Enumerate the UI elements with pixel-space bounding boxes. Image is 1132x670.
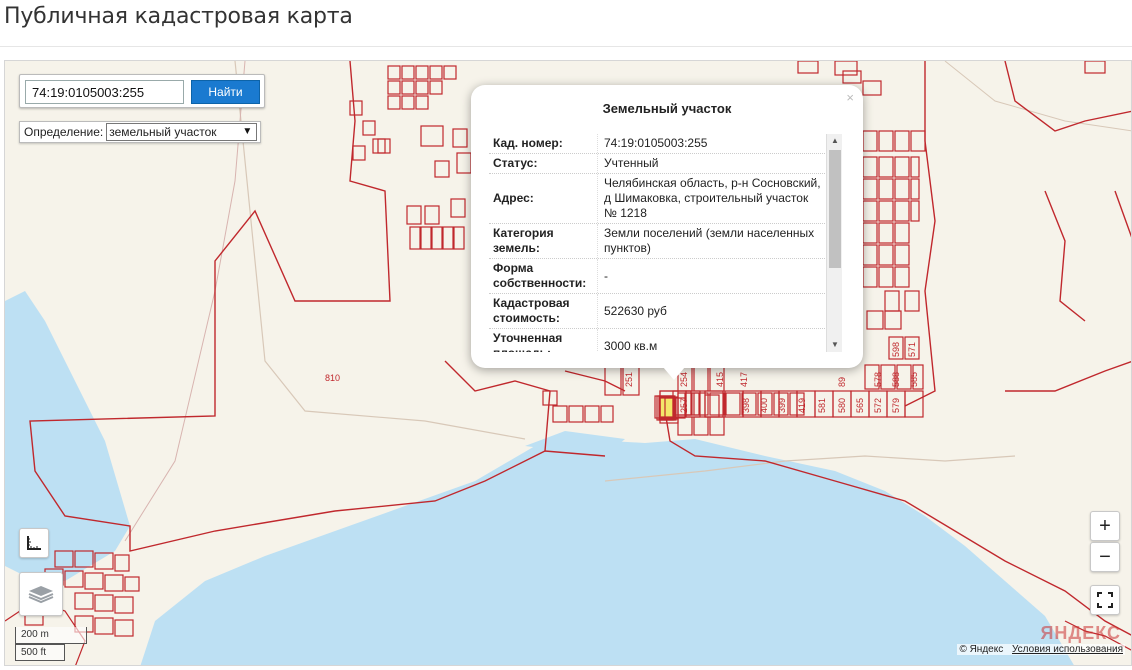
property-key: Категория земель: [493, 226, 554, 255]
scale-metric: 200 m [15, 627, 87, 644]
page-title: Публичная кадастровая карта [4, 4, 353, 29]
property-row: Статус: Учтенный [489, 154, 825, 174]
terms-link[interactable]: Условия использования [1012, 644, 1123, 655]
property-value: Челябинская область, р-н Сосновский, д Ш… [597, 174, 825, 223]
popup-title: Земельный участок [602, 101, 732, 116]
plot-label: 89 [837, 377, 847, 387]
definition-select[interactable]: земельный участок ▼ [106, 123, 258, 141]
plot-label: 580 [837, 398, 847, 413]
property-value: - [597, 259, 825, 293]
property-row: Уточненная площадь: 3000 кв.м [489, 329, 825, 352]
plot-label: 400 [759, 398, 769, 413]
fullscreen-button[interactable] [1090, 585, 1120, 615]
definition-label: Определение: [24, 125, 104, 139]
plot-label: 588 [891, 372, 901, 387]
plot-label: 417 [739, 372, 749, 387]
plot-label: 251 [624, 372, 634, 387]
area-label: 810 [325, 373, 340, 383]
plot-label: 565 [855, 398, 865, 413]
property-value: 522630 руб [597, 294, 825, 328]
property-key: Адрес: [493, 191, 534, 205]
property-row: Категория земель: Земли поселений (земли… [489, 224, 825, 259]
plot-label: 581 [817, 398, 827, 413]
cadastral-number-input[interactable] [25, 80, 184, 104]
title-divider [0, 46, 1132, 47]
definition-panel: Определение: земельный участок ▼ [19, 121, 261, 143]
layers-icon [28, 586, 54, 604]
plot-label: 257 [679, 398, 689, 413]
plot-label: 579 [891, 398, 901, 413]
ruler-icon [27, 536, 41, 550]
zoom-out-button[interactable]: − [1090, 542, 1120, 572]
property-row: Кадастровая стоимость: 522630 руб [489, 294, 825, 329]
property-value: Учтенный [597, 154, 825, 173]
property-value: Земли поселений (земли населенных пункто… [597, 224, 825, 258]
property-value: 74:19:0105003:255 [597, 134, 825, 153]
fullscreen-icon [1097, 592, 1113, 608]
copyright: © Яндекс Условия использования [957, 644, 1125, 655]
scroll-thumb[interactable] [829, 150, 841, 268]
plot-label: 419 [797, 398, 807, 413]
property-key: Кад. номер: [493, 136, 563, 150]
plot-label: 598 [891, 342, 901, 357]
ruler-button[interactable] [19, 528, 49, 558]
zoom-in-button[interactable]: + [1090, 511, 1120, 541]
layers-button[interactable] [19, 572, 63, 616]
definition-selected-value: земельный участок [109, 125, 217, 139]
plot-label: 398 [741, 398, 751, 413]
property-key: Кадастровая стоимость: [493, 296, 570, 325]
chevron-down-icon: ▼ [242, 126, 253, 137]
popup-properties[interactable]: Кад. номер: 74:19:0105003:255 Статус: Уч… [489, 134, 825, 352]
copyright-provider: © Яндекс [959, 644, 1004, 655]
scroll-down-icon[interactable]: ▼ [827, 338, 843, 352]
popup-scrollbar[interactable]: ▲ ▼ [826, 134, 842, 352]
plot-label: 585 [909, 372, 919, 387]
property-key: Уточненная площадь: [493, 331, 563, 352]
map-scale: 200 m 500 ft [15, 627, 87, 661]
scale-imperial: 500 ft [15, 644, 65, 661]
parcel-info-popup: × Земельный участок Кад. номер: 74:19:01… [471, 85, 863, 368]
property-key: Форма собственности: [493, 261, 587, 290]
property-row: Форма собственности: - [489, 259, 825, 294]
scroll-up-icon[interactable]: ▲ [827, 134, 843, 148]
plot-label: 572 [873, 398, 883, 413]
property-row: Кад. номер: 74:19:0105003:255 [489, 134, 825, 154]
property-value: 3000 кв.м [597, 329, 825, 352]
popup-pointer [663, 367, 685, 380]
map-viewport[interactable]: 810 251 254 257 415 417 398 400 399 419 … [4, 60, 1132, 666]
search-panel: Найти [19, 74, 265, 108]
find-button[interactable]: Найти [191, 80, 260, 104]
plot-label: 399 [777, 398, 787, 413]
plot-label: 578 [873, 372, 883, 387]
plot-label: 571 [907, 342, 917, 357]
property-row: Адрес: Челябинская область, р-н Сосновск… [489, 174, 825, 224]
plot-label: 415 [715, 372, 725, 387]
yandex-watermark: ЯНДЕКС [1040, 623, 1121, 643]
property-key: Статус: [493, 156, 538, 170]
